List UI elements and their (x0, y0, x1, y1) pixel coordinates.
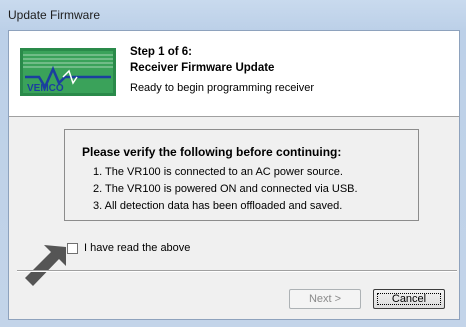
read-above-label[interactable]: I have read the above (84, 242, 190, 254)
verification-item: 1. The VR100 is connected to an AC power… (93, 166, 343, 178)
verification-item: 3. All detection data has been offloaded… (93, 200, 343, 212)
verification-item: 2. The VR100 is powered ON and connected… (93, 183, 358, 195)
step-description: Ready to begin programming receiver (130, 82, 315, 94)
next-button[interactable]: Next > (289, 289, 361, 309)
verification-title: Please verify the following before conti… (82, 145, 342, 159)
cancel-button[interactable]: Cancel (373, 289, 445, 309)
separator-line (17, 270, 457, 272)
read-above-checkbox-row[interactable]: I have read the above (67, 240, 190, 256)
dialog-client-area: VEMCO Step 1 of 6: Receiver Firmware Upd… (8, 30, 460, 320)
focus-rect (377, 293, 441, 305)
update-firmware-window: Update Firmware VEMCO Step 1 of 6: Recei… (0, 0, 466, 327)
logo-text: VEMCO (27, 83, 64, 94)
step-subtitle: Receiver Firmware Update (130, 62, 275, 74)
vemco-logo: VEMCO (19, 47, 117, 97)
step-title: Step 1 of 6: (130, 46, 192, 58)
window-title: Update Firmware (8, 8, 101, 22)
wizard-header: VEMCO Step 1 of 6: Receiver Firmware Upd… (9, 31, 459, 117)
verification-box: Please verify the following before conti… (64, 129, 419, 221)
arrow-pointer-icon (25, 245, 66, 286)
